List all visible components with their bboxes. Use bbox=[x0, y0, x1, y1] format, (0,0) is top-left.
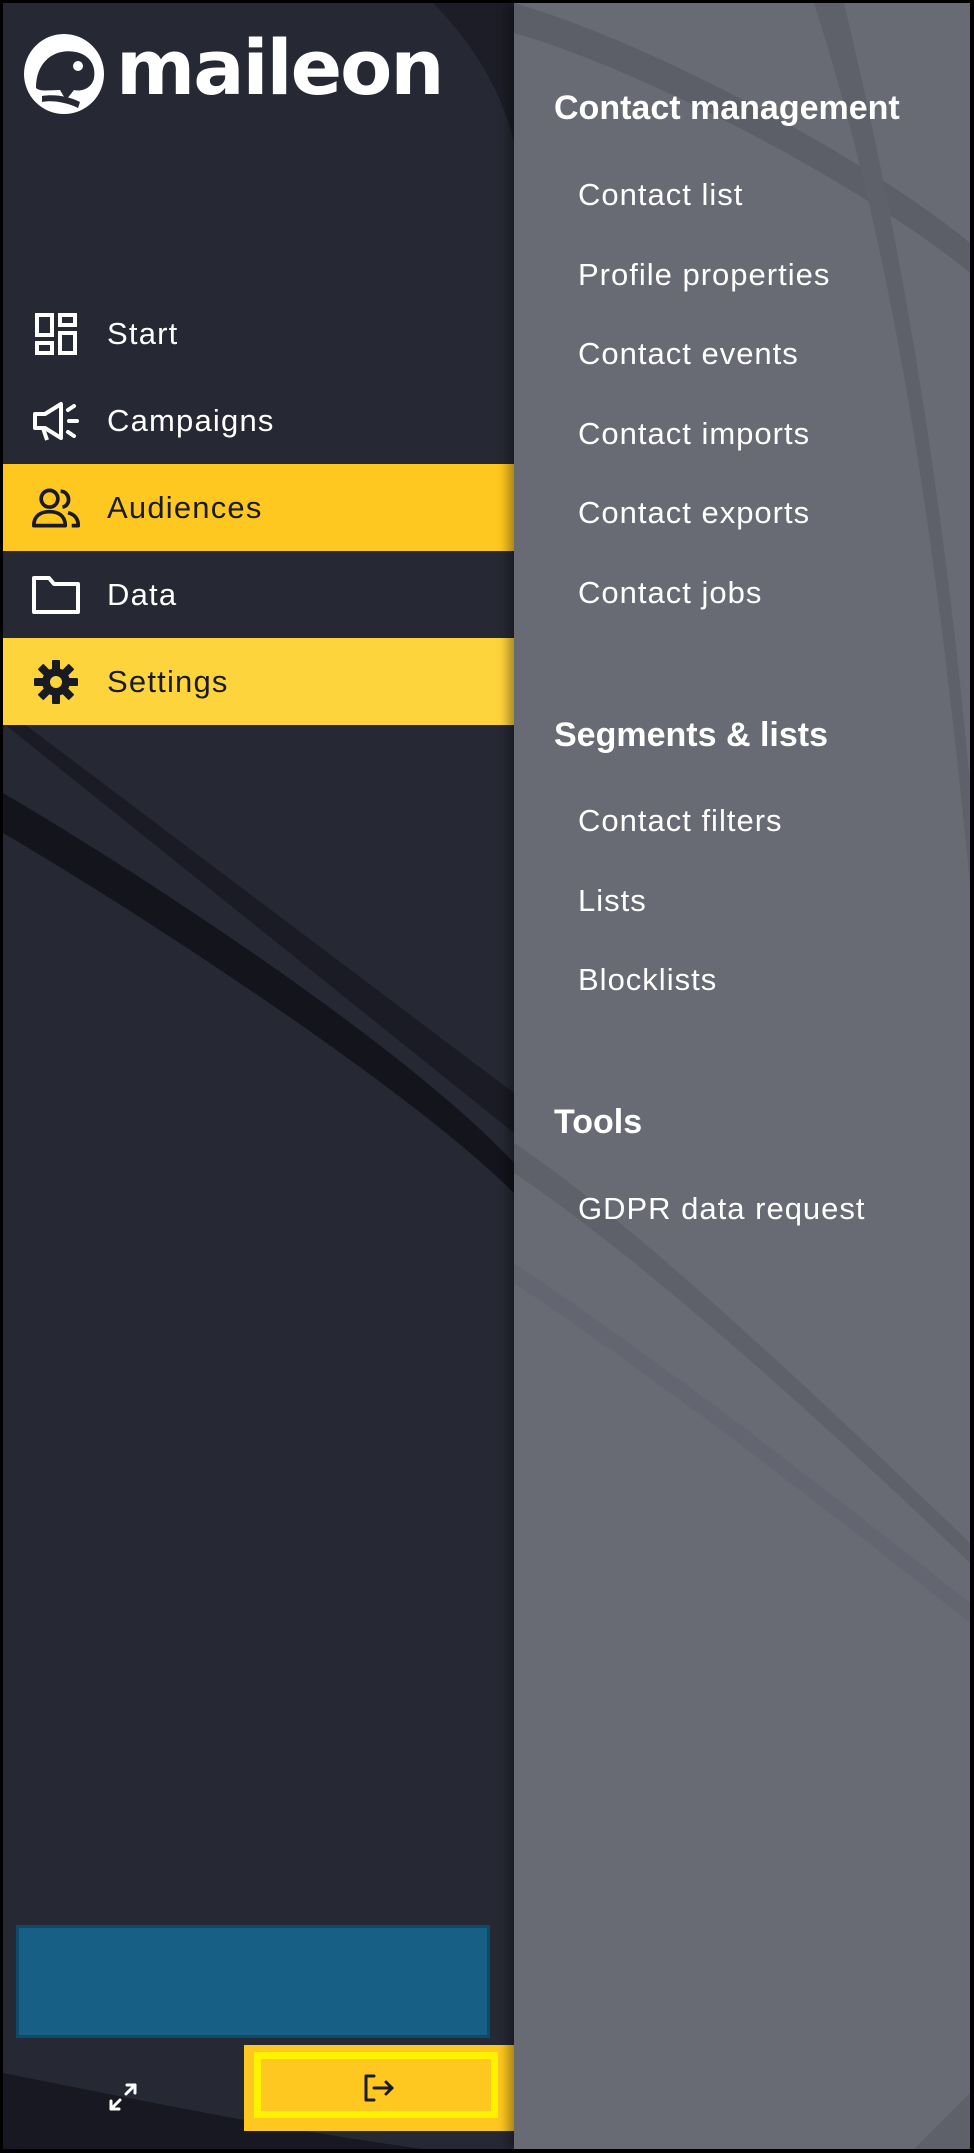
folder-icon bbox=[31, 570, 81, 620]
app-frame: maileon Start Campaigns Audiences Data S… bbox=[3, 3, 970, 2149]
section-title-contact-management: Contact management bbox=[554, 89, 900, 127]
sidebar-item-label: Audiences bbox=[107, 489, 263, 525]
sidebar-item-campaigns[interactable]: Campaigns bbox=[3, 377, 514, 464]
megaphone-icon bbox=[31, 396, 81, 446]
menu-link-lists[interactable]: Lists bbox=[578, 883, 647, 919]
menu-link-contact-exports[interactable]: Contact exports bbox=[578, 495, 810, 531]
sidebar-item-label: Start bbox=[107, 315, 179, 351]
sidebar-item-settings[interactable]: Settings bbox=[3, 638, 514, 725]
gear-icon bbox=[31, 657, 81, 707]
menu-link-blocklists[interactable]: Blocklists bbox=[578, 962, 717, 998]
menu-link-contact-filters[interactable]: Contact filters bbox=[578, 803, 783, 839]
logout-icon bbox=[364, 2074, 394, 2102]
menu-link-contact-events[interactable]: Contact events bbox=[578, 336, 799, 372]
dashboard-icon bbox=[31, 309, 81, 359]
sidebar-item-audiences[interactable]: Audiences bbox=[3, 464, 514, 551]
sidebar: maileon Start Campaigns Audiences Data S… bbox=[3, 3, 514, 2149]
menu-link-profile-properties[interactable]: Profile properties bbox=[578, 257, 830, 293]
collapse-sidebar-button[interactable] bbox=[3, 2045, 243, 2149]
section-title-tools: Tools bbox=[554, 1103, 643, 1141]
sidebar-item-data[interactable]: Data bbox=[3, 551, 514, 638]
menu-link-contact-imports[interactable]: Contact imports bbox=[578, 416, 810, 452]
sidebar-item-label: Data bbox=[107, 576, 178, 612]
promo-banner[interactable] bbox=[16, 1925, 490, 2038]
audiences-submenu: Contact management Contact list Profile … bbox=[514, 3, 970, 2149]
sidebar-item-start[interactable]: Start bbox=[3, 290, 514, 377]
sidebar-item-label: Settings bbox=[107, 663, 229, 699]
people-icon bbox=[31, 483, 81, 533]
menu-link-contact-jobs[interactable]: Contact jobs bbox=[578, 575, 762, 611]
menu-link-contact-list[interactable]: Contact list bbox=[578, 177, 743, 213]
brand-name: maileon bbox=[116, 23, 444, 112]
logout-button[interactable] bbox=[244, 2045, 514, 2131]
flyout-background-swoosh bbox=[514, 3, 970, 2149]
sidebar-item-label: Campaigns bbox=[107, 402, 275, 438]
collapse-arrows-icon bbox=[109, 2083, 137, 2111]
maileon-logo[interactable]: maileon bbox=[20, 23, 444, 119]
section-title-segments-lists: Segments & lists bbox=[554, 716, 828, 754]
menu-link-gdpr-data-request[interactable]: GDPR data request bbox=[578, 1191, 866, 1227]
chameleon-logo-icon bbox=[24, 34, 104, 114]
